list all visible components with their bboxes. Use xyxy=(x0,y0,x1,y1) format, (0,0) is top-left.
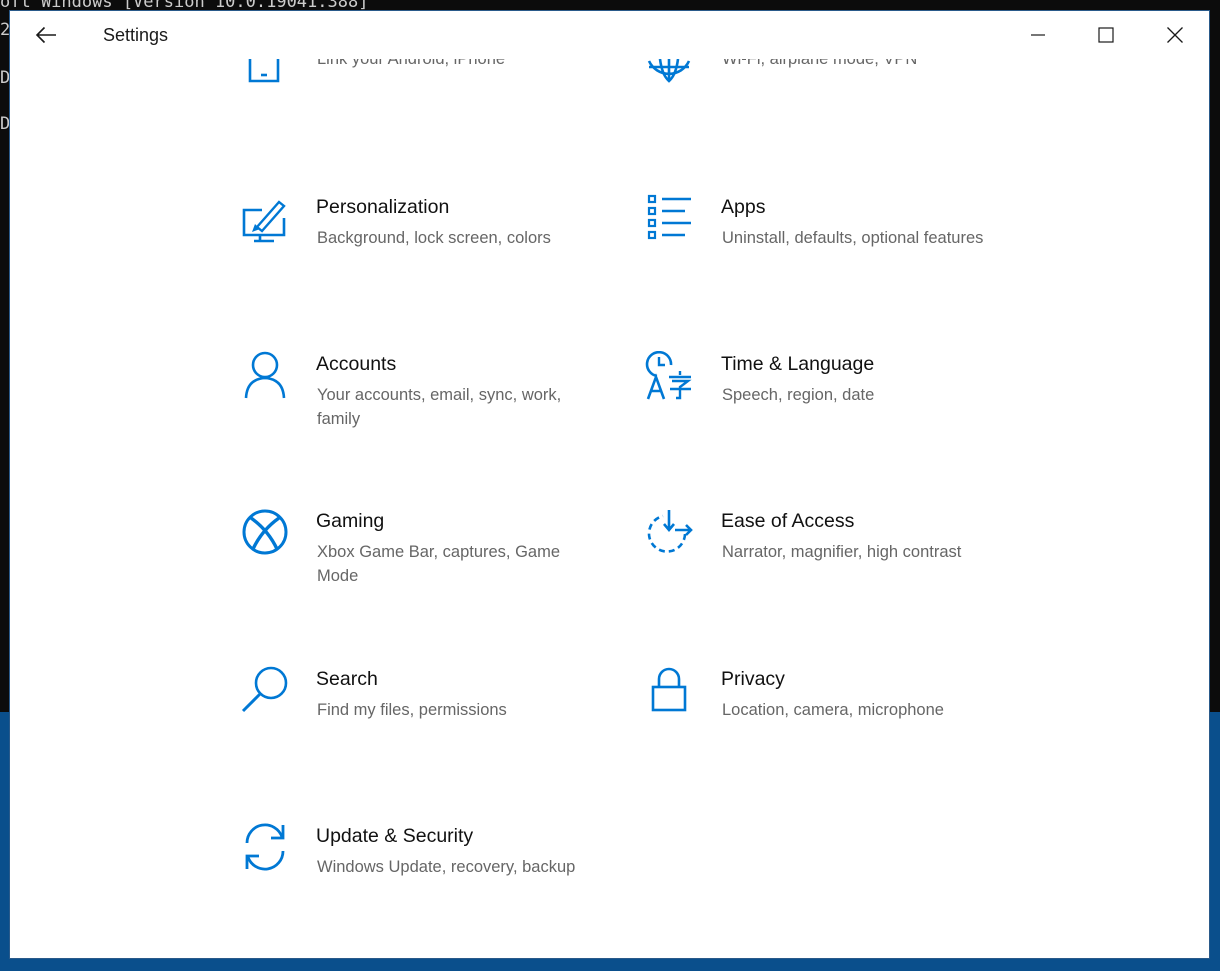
time-language-icon xyxy=(645,351,695,401)
tile-title: Gaming xyxy=(316,510,385,532)
tile-description: Your accounts, email, sync, work, family xyxy=(317,386,562,428)
back-button[interactable] xyxy=(24,17,68,53)
apps-list-icon xyxy=(645,194,695,244)
tile-phone[interactable]: Link your Android, iPhone xyxy=(240,50,600,161)
tile-title: Privacy xyxy=(721,668,785,690)
tile-title: Ease of Access xyxy=(721,510,855,532)
tile-accounts[interactable]: Accounts Your accounts, email, sync, wor… xyxy=(240,351,600,461)
tile-description: Uninstall, defaults, optional features xyxy=(722,229,984,247)
paint-brush-icon xyxy=(240,194,290,244)
person-icon xyxy=(240,351,290,401)
tile-description: Speech, region, date xyxy=(722,386,875,404)
window-title: Settings xyxy=(103,25,169,45)
tile-search[interactable]: Search Find my files, permissions xyxy=(240,666,600,776)
close-icon xyxy=(1167,27,1183,43)
tile-title: Update & Security xyxy=(316,825,474,847)
console-line: 2 xyxy=(0,20,11,40)
tile-title: Accounts xyxy=(316,353,397,375)
minimize-button[interactable] xyxy=(1004,11,1072,59)
tile-description: Xbox Game Bar, captures, Game Mode xyxy=(317,543,561,585)
tile-title: Search xyxy=(316,668,378,690)
tile-description: Location, camera, microphone xyxy=(722,701,944,719)
tile-description: Find my files, permissions xyxy=(317,701,507,719)
tile-network[interactable]: Wi-Fi, airplane mode, VPN xyxy=(645,50,1005,161)
title-bar: Settings xyxy=(10,11,1209,59)
tile-time-language[interactable]: Time & Language Speech, region, date xyxy=(645,351,1005,461)
tile-title: Personalization xyxy=(316,196,450,218)
tile-description: Narrator, magnifier, high contrast xyxy=(722,543,962,561)
settings-window: Settings Link your Android, iPhone Wi-Fi… xyxy=(10,11,1209,958)
search-icon xyxy=(240,666,290,716)
lock-icon xyxy=(645,666,695,716)
maximize-icon xyxy=(1098,27,1114,43)
console-line: D xyxy=(0,114,11,134)
sync-icon xyxy=(240,823,290,873)
tile-description: Background, lock screen, colors xyxy=(317,229,551,247)
tile-title: Time & Language xyxy=(721,353,875,375)
arrow-left-icon xyxy=(35,26,56,44)
tile-apps[interactable]: Apps Uninstall, defaults, optional featu… xyxy=(645,194,1005,304)
xbox-icon xyxy=(240,508,290,558)
tile-title: Apps xyxy=(721,196,766,218)
tile-ease-of-access[interactable]: Ease of Access Narrator, magnifier, high… xyxy=(645,508,1005,618)
ease-of-access-icon xyxy=(645,508,695,558)
tile-privacy[interactable]: Privacy Location, camera, microphone xyxy=(645,666,1005,776)
tile-gaming[interactable]: Gaming Xbox Game Bar, captures, Game Mod… xyxy=(240,508,600,618)
console-line: D xyxy=(0,68,11,88)
tile-description: Windows Update, recovery, backup xyxy=(317,858,576,876)
minimize-icon xyxy=(1031,34,1045,36)
close-button[interactable] xyxy=(1141,11,1209,59)
maximize-button[interactable] xyxy=(1072,11,1140,59)
tile-update-security[interactable]: Update & Security Windows Update, recove… xyxy=(240,823,600,933)
tile-personalization[interactable]: Personalization Background, lock screen,… xyxy=(240,194,600,304)
